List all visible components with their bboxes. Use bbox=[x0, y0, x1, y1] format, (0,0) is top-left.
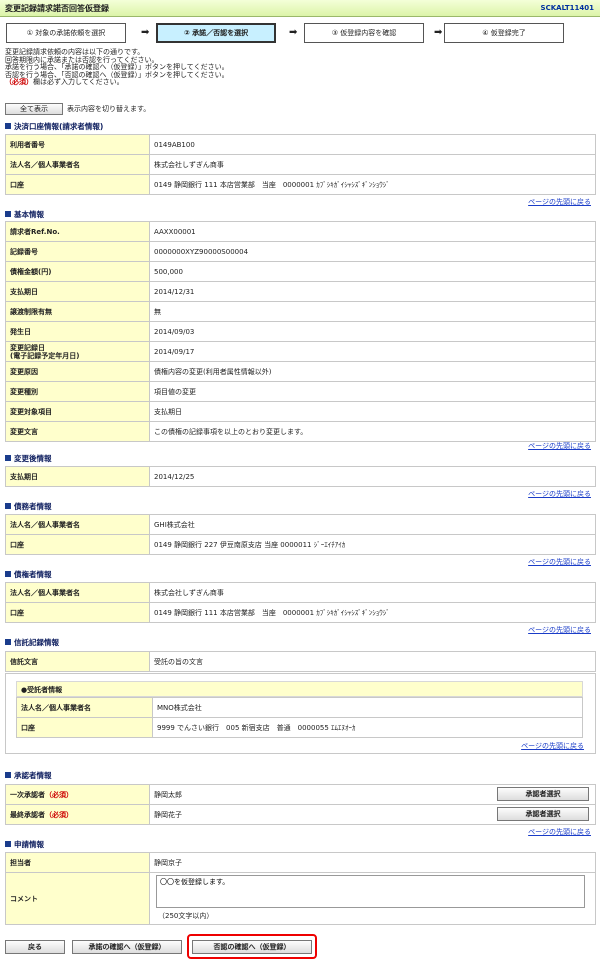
table-row: 信託文言 受託の旨の文言 bbox=[5, 651, 596, 672]
back-to-top-link[interactable]: ページの先頭に戻る bbox=[528, 197, 591, 207]
table-row: 口座 9999 でんさい銀行 005 新宿支店 普通 0000055 ｴﾑｴﾇｵｰ… bbox=[16, 717, 583, 738]
square-bullet-icon bbox=[5, 571, 11, 577]
back-button[interactable]: 戻る bbox=[5, 940, 65, 954]
title-bar: 変更記録請求諾否回答仮登録 SCKALT11401 bbox=[0, 0, 600, 17]
table-row: 請求者Ref.No. AAXX00001 bbox=[5, 221, 596, 242]
trust-heading: 信託記録情報 bbox=[5, 637, 59, 648]
comment-textarea[interactable]: 〇〇を仮登録します。 bbox=[156, 875, 585, 908]
table-row: 法人名／個人事業者名 株式会社しずぎん商事 bbox=[5, 154, 596, 175]
show-all-button[interactable]: 全て表示 bbox=[5, 103, 63, 115]
final-approver-select-button[interactable]: 承認者選択 bbox=[497, 807, 589, 821]
table-row: 口座 0149 静岡銀行 111 本店営業部 当座 0000001 ｶﾌﾞｼｷｶﾞ… bbox=[5, 174, 596, 195]
back-to-top-link[interactable]: ページの先頭に戻る bbox=[528, 441, 591, 451]
trustee-subtitle: ●受託者情報 bbox=[16, 681, 583, 697]
reject-confirm-button[interactable]: 否認の確認へ（仮登録） bbox=[192, 940, 312, 954]
table-row: 担当者 静岡京子 bbox=[5, 852, 596, 873]
back-to-top-link[interactable]: ページの先頭に戻る bbox=[521, 741, 584, 751]
table-row: 支払期日 2014/12/25 bbox=[5, 466, 596, 487]
table-row: 法人名／個人事業者名 GHI株式会社 bbox=[5, 514, 596, 535]
basic-info-heading: 基本情報 bbox=[5, 209, 44, 220]
show-all-note: 表示内容を切り替えます。 bbox=[67, 105, 151, 113]
first-approver-select-button[interactable]: 承認者選択 bbox=[497, 787, 589, 801]
table-row: 変更対象項目 支払期日 bbox=[5, 401, 596, 422]
required-mark: （必須） bbox=[5, 78, 33, 86]
square-bullet-icon bbox=[5, 123, 11, 129]
step-2: ② 承諾／否認を選択 bbox=[156, 23, 276, 43]
arrow-right-icon: ➡ bbox=[141, 27, 150, 38]
arrow-right-icon: ➡ bbox=[434, 27, 443, 38]
table-row: 発生日 2014/09/03 bbox=[5, 321, 596, 342]
table-row: 口座 0149 静岡銀行 227 伊豆南原支店 当座 0000011 ｼﾞｰｴｲﾁ… bbox=[5, 534, 596, 555]
step-3: ③ 仮登録内容を確認 bbox=[304, 23, 424, 43]
back-to-top-link[interactable]: ページの先頭に戻る bbox=[528, 827, 591, 837]
basic-info-table: 請求者Ref.No. AAXX00001 記録番号 0000000XYZ90000S… bbox=[5, 221, 596, 442]
debtor-heading: 債務者情報 bbox=[5, 501, 52, 512]
table-row: 法人名／個人事業者名 MNO株式会社 bbox=[16, 697, 583, 718]
square-bullet-icon bbox=[5, 841, 11, 847]
square-bullet-icon bbox=[5, 455, 11, 461]
table-row: 支払期日 2014/12/31 bbox=[5, 281, 596, 302]
back-to-top-link[interactable]: ページの先頭に戻る bbox=[528, 489, 591, 499]
debtor-table: 法人名／個人事業者名 GHI株式会社 口座 0149 静岡銀行 227 伊豆南原支店… bbox=[5, 514, 596, 555]
square-bullet-icon bbox=[5, 503, 11, 509]
table-row: 記録番号 0000000XYZ90000S00004 bbox=[5, 241, 596, 262]
table-row: 利用者番号 0149AB100 bbox=[5, 134, 596, 155]
page-title: 変更記録請求諾否回答仮登録 bbox=[5, 4, 109, 13]
back-to-top-link[interactable]: ページの先頭に戻る bbox=[528, 557, 591, 567]
step-4: ④ 仮登録完了 bbox=[444, 23, 564, 43]
back-to-top-link[interactable]: ページの先頭に戻る bbox=[528, 625, 591, 635]
arrow-right-icon: ➡ bbox=[289, 27, 298, 38]
table-row: 口座 0149 静岡銀行 111 本店営業部 当座 0000001 ｶﾌﾞｼｷｶﾞ… bbox=[5, 602, 596, 623]
screen-id: SCKALT11401 bbox=[540, 4, 594, 12]
table-row: 譲渡制限有無無 bbox=[5, 301, 596, 322]
table-row: 変更記録日 (電子記録予定年月日) 2014/09/17 bbox=[5, 341, 596, 362]
approver-heading: 承認者情報 bbox=[5, 770, 52, 781]
trust-table: 信託文言 受託の旨の文言 bbox=[5, 651, 596, 672]
square-bullet-icon bbox=[5, 639, 11, 645]
step-1: ① 対象の承諾依頼を選択 bbox=[6, 23, 126, 43]
instructions: 変更記録請求依頼の内容は以下の通りです。 回答期限内に承諾または否認を行ってくだ… bbox=[5, 48, 229, 86]
settlement-heading: 決済口座情報(請求者情報) bbox=[5, 121, 103, 132]
after-change-table: 支払期日 2014/12/25 bbox=[5, 466, 596, 487]
table-row: 変更種別 項目値の変更 bbox=[5, 381, 596, 402]
settlement-table: 利用者番号 0149AB100 法人名／個人事業者名 株式会社しずぎん商事 口座 01… bbox=[5, 134, 596, 195]
table-row: 債権金額(円) 500,000 bbox=[5, 261, 596, 282]
table-row: 法人名／個人事業者名 株式会社しずぎん商事 bbox=[5, 582, 596, 603]
creditor-table: 法人名／個人事業者名 株式会社しずぎん商事 口座 0149 静岡銀行 111 本店営… bbox=[5, 582, 596, 623]
approve-confirm-button[interactable]: 承諾の確認へ（仮登録） bbox=[72, 940, 182, 954]
after-change-heading: 変更後情報 bbox=[5, 453, 52, 464]
table-row: 変更原因 債権内容の変更(利用者属性情報以外) bbox=[5, 361, 596, 382]
application-heading: 申請情報 bbox=[5, 839, 44, 850]
step-indicator: ① 対象の承諾依頼を選択 ➡ ② 承諾／否認を選択 ➡ ③ 仮登録内容を確認 ➡… bbox=[6, 23, 566, 43]
table-row: 変更文言 この債権の記録事項を以上のとおり変更します。 bbox=[5, 421, 596, 442]
trustee-table: 法人名／個人事業者名 MNO株式会社 口座 9999 でんさい銀行 005 新宿支店… bbox=[16, 697, 583, 738]
square-bullet-icon bbox=[5, 211, 11, 217]
comment-limit-note: （250文字以内） bbox=[158, 912, 214, 920]
square-bullet-icon bbox=[5, 772, 11, 778]
creditor-heading: 債権者情報 bbox=[5, 569, 52, 580]
